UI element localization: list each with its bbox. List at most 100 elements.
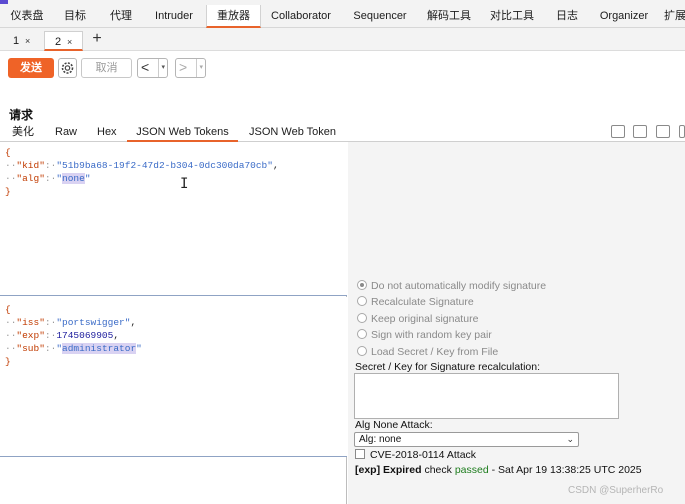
repeater-toolbar: 发送 取消 < ▾ > ▾ xyxy=(0,51,685,85)
indent-marker: ·· xyxy=(5,173,17,184)
radio-label: Do not automatically modify signature xyxy=(371,280,547,292)
separator: :· xyxy=(44,160,57,171)
text-cursor: I xyxy=(180,176,189,192)
tab-organizer[interactable]: Organizer xyxy=(589,5,659,28)
radio-label: Load Secret / Key from File xyxy=(371,346,499,358)
chevron-down-icon: ⌄ xyxy=(566,434,574,444)
json-key: "kid" xyxy=(16,160,45,171)
wrap-icon[interactable] xyxy=(633,125,647,138)
tab-comparer[interactable]: 对比工具 xyxy=(479,5,545,28)
separator: , xyxy=(272,160,279,171)
radio-random-key[interactable]: Sign with random key pair xyxy=(357,328,492,343)
tab-sequencer[interactable]: Sequencer xyxy=(341,5,419,28)
json-value: "51b9ba68-19f2-47d2-b304-0dc300da70cb" xyxy=(56,160,273,171)
newline-icon[interactable] xyxy=(656,125,670,138)
tab-dashboard[interactable]: 仪表盘 xyxy=(3,5,51,28)
tab-json-web-tokens[interactable]: JSON Web Tokens xyxy=(127,125,238,142)
cve-label: CVE-2018-0114 Attack xyxy=(370,449,477,461)
status-passed: passed xyxy=(454,464,489,476)
json-key: "iss" xyxy=(16,317,45,328)
chevron-down-icon[interactable]: ▾ xyxy=(158,59,165,77)
json-number: 1745069905 xyxy=(56,330,114,341)
tab-raw[interactable]: Raw xyxy=(55,125,77,142)
radio-no-modify[interactable]: Do not automatically modify signature xyxy=(357,279,546,294)
separator: :· xyxy=(44,317,57,328)
tab-pretty[interactable]: 美化 xyxy=(12,125,34,142)
back-button[interactable]: < ▾ xyxy=(137,58,168,78)
view-tab-bar: 美化 Raw Hex JSON Web Tokens JSON Web Toke… xyxy=(0,123,685,142)
new-tab-button[interactable]: + xyxy=(90,28,104,51)
status-middle: check xyxy=(424,464,452,476)
json-value: "portswigger" xyxy=(56,317,131,328)
gear-icon xyxy=(61,62,74,74)
separator: , xyxy=(113,330,120,341)
separator: :· xyxy=(44,173,57,184)
json-value-highlighted: administrator xyxy=(62,343,137,354)
radio-icon xyxy=(357,346,367,356)
secret-key-input[interactable] xyxy=(354,373,619,419)
radio-label: Keep original signature xyxy=(371,313,479,325)
send-button[interactable]: 发送 xyxy=(8,58,54,78)
radio-label: Sign with random key pair xyxy=(371,329,492,341)
tab-intruder[interactable]: Intruder xyxy=(143,5,205,28)
tab-decoder[interactable]: 解码工具 xyxy=(419,5,479,28)
chevron-right-icon: > xyxy=(179,59,188,75)
cancel-button[interactable]: 取消 xyxy=(81,58,132,78)
radio-keep-original[interactable]: Keep original signature xyxy=(357,312,478,327)
status-prefix: [exp] Expired xyxy=(355,464,422,476)
radio-icon xyxy=(357,329,367,339)
json-brace: { xyxy=(5,304,11,315)
json-brace: } xyxy=(5,186,11,197)
close-icon[interactable]: × xyxy=(25,31,30,51)
radio-label: Recalculate Signature xyxy=(371,296,474,308)
request-tab-2[interactable]: 2 × xyxy=(44,31,83,51)
jwt-payload-editor[interactable]: { ··"iss":·"portswigger", ··"exp":·17450… xyxy=(0,297,347,457)
menu-icon[interactable] xyxy=(679,125,685,138)
alg-none-select[interactable]: Alg: none ⌄ xyxy=(354,432,579,447)
indent-marker: ·· xyxy=(5,330,17,341)
indent-marker: ·· xyxy=(5,343,17,354)
secret-key-label: Secret / Key for Signature recalculation… xyxy=(355,361,541,373)
token-status: [exp] Expired check passed - Sat Apr 19 … xyxy=(355,464,642,476)
request-tab-1[interactable]: 1 × xyxy=(3,31,41,51)
tab-logger[interactable]: 日志 xyxy=(545,5,589,28)
json-brace: } xyxy=(5,356,11,367)
request-title: 请求 xyxy=(9,108,34,122)
json-key: "exp" xyxy=(16,330,45,341)
close-icon[interactable]: × xyxy=(67,32,72,52)
watermark: CSDN @SuperherRo xyxy=(568,485,664,496)
json-quote: " xyxy=(84,173,91,184)
request-tab-label: 1 xyxy=(13,35,20,47)
indent-marker: ·· xyxy=(5,317,17,328)
app-logo xyxy=(0,0,8,4)
indent-marker: ·· xyxy=(5,160,17,171)
alg-none-label: Alg None Attack: xyxy=(355,419,433,431)
chevron-left-icon: < xyxy=(141,59,150,75)
tab-collaborator[interactable]: Collaborator xyxy=(261,5,341,28)
jwt-header-editor[interactable]: { ··"kid":·"51b9ba68-19f2-47d2-b304-0dc3… xyxy=(0,142,347,296)
cve-checkbox-row[interactable]: CVE-2018-0114 Attack xyxy=(355,449,476,461)
separator: :· xyxy=(44,343,57,354)
chevron-down-icon[interactable]: ▾ xyxy=(196,59,203,77)
select-value: Alg: none xyxy=(359,434,402,445)
radio-icon xyxy=(357,296,367,306)
tab-repeater[interactable]: 重放器 xyxy=(206,5,261,28)
checkbox-icon[interactable] xyxy=(355,449,365,459)
status-suffix: - Sat Apr 19 13:38:25 UTC 2025 xyxy=(491,464,642,476)
tab-target[interactable]: 目标 xyxy=(51,5,99,28)
json-brace: { xyxy=(5,147,11,158)
tab-json-web-token[interactable]: JSON Web Token xyxy=(249,125,336,142)
forward-button[interactable]: > ▾ xyxy=(175,58,206,78)
main-tab-bar: 仪表盘 目标 代理 Intruder 重放器 Collaborator Sequ… xyxy=(0,5,685,28)
json-key: "sub" xyxy=(16,343,45,354)
tab-proxy[interactable]: 代理 xyxy=(99,5,143,28)
jwt-editor: { ··"kid":·"51b9ba68-19f2-47d2-b304-0dc3… xyxy=(0,142,347,504)
radio-load-key-file[interactable]: Load Secret / Key from File xyxy=(357,345,498,360)
tab-hex[interactable]: Hex xyxy=(97,125,117,142)
tab-extensions[interactable]: 扩展 xyxy=(664,5,685,28)
settings-button[interactable] xyxy=(58,58,77,78)
hide-icon[interactable] xyxy=(611,125,625,138)
radio-icon xyxy=(357,313,367,323)
radio-recalculate[interactable]: Recalculate Signature xyxy=(357,295,474,310)
separator: , xyxy=(130,317,137,328)
